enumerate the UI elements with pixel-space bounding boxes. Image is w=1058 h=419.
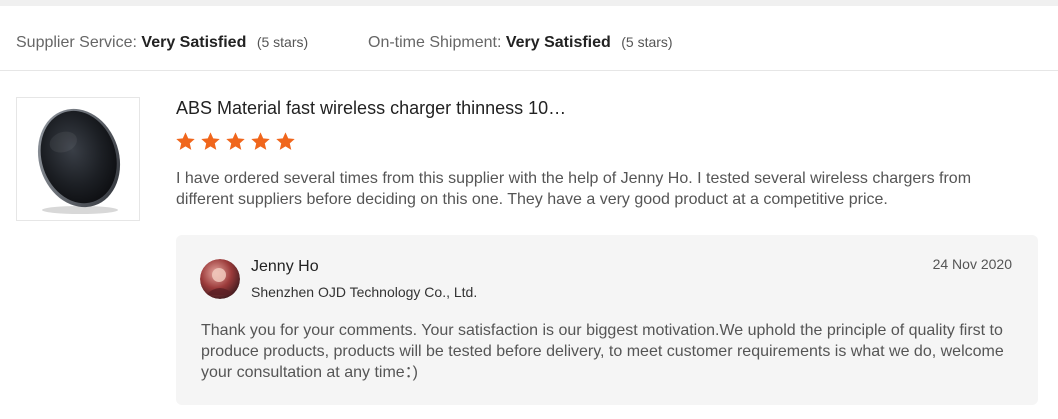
rating-stars-text: (5 stars) xyxy=(256,34,309,50)
supplier-service-rating: Supplier Service: Very Satisfied (5 star… xyxy=(16,32,308,53)
star-icon xyxy=(251,132,270,150)
star-icon xyxy=(226,132,245,150)
rating-value: Very Satisfied xyxy=(141,34,247,51)
star-icon xyxy=(201,132,220,150)
reply-text: Thank you for your comments. Your satisf… xyxy=(201,322,1004,381)
on-time-shipment-rating: On-time Shipment: Very Satisfied (5 star… xyxy=(368,32,673,53)
review-star-rating xyxy=(175,131,300,157)
replier-company: Shenzhen OJD Technology Co., Ltd. xyxy=(251,284,478,300)
replier-name: Jenny Ho xyxy=(251,258,319,275)
replier-avatar xyxy=(200,259,240,299)
rating-label: On-time Shipment: xyxy=(368,34,502,51)
review-card: ABS Material fast wireless charger thinn… xyxy=(0,71,1058,419)
star-icon xyxy=(276,132,295,150)
product-thumbnail[interactable] xyxy=(16,97,140,221)
star-icon xyxy=(176,132,195,150)
rating-stars-text: (5 stars) xyxy=(621,34,673,50)
rating-value: Very Satisfied xyxy=(505,34,611,51)
reply-date: 24 Nov 2020 xyxy=(932,256,1012,272)
user-avatar-icon xyxy=(200,259,240,299)
rating-summary-bar: Supplier Service: Very Satisfied (5 star… xyxy=(0,6,1058,71)
wireless-charger-image xyxy=(37,108,121,214)
review-text: I have ordered several times from this s… xyxy=(176,170,972,208)
product-title-link[interactable]: ABS Material fast wireless charger thinn… xyxy=(176,97,566,119)
rating-label: Supplier Service: xyxy=(16,34,137,51)
supplier-reply-box: Jenny Ho Shenzhen OJD Technology Co., Lt… xyxy=(176,235,1038,405)
